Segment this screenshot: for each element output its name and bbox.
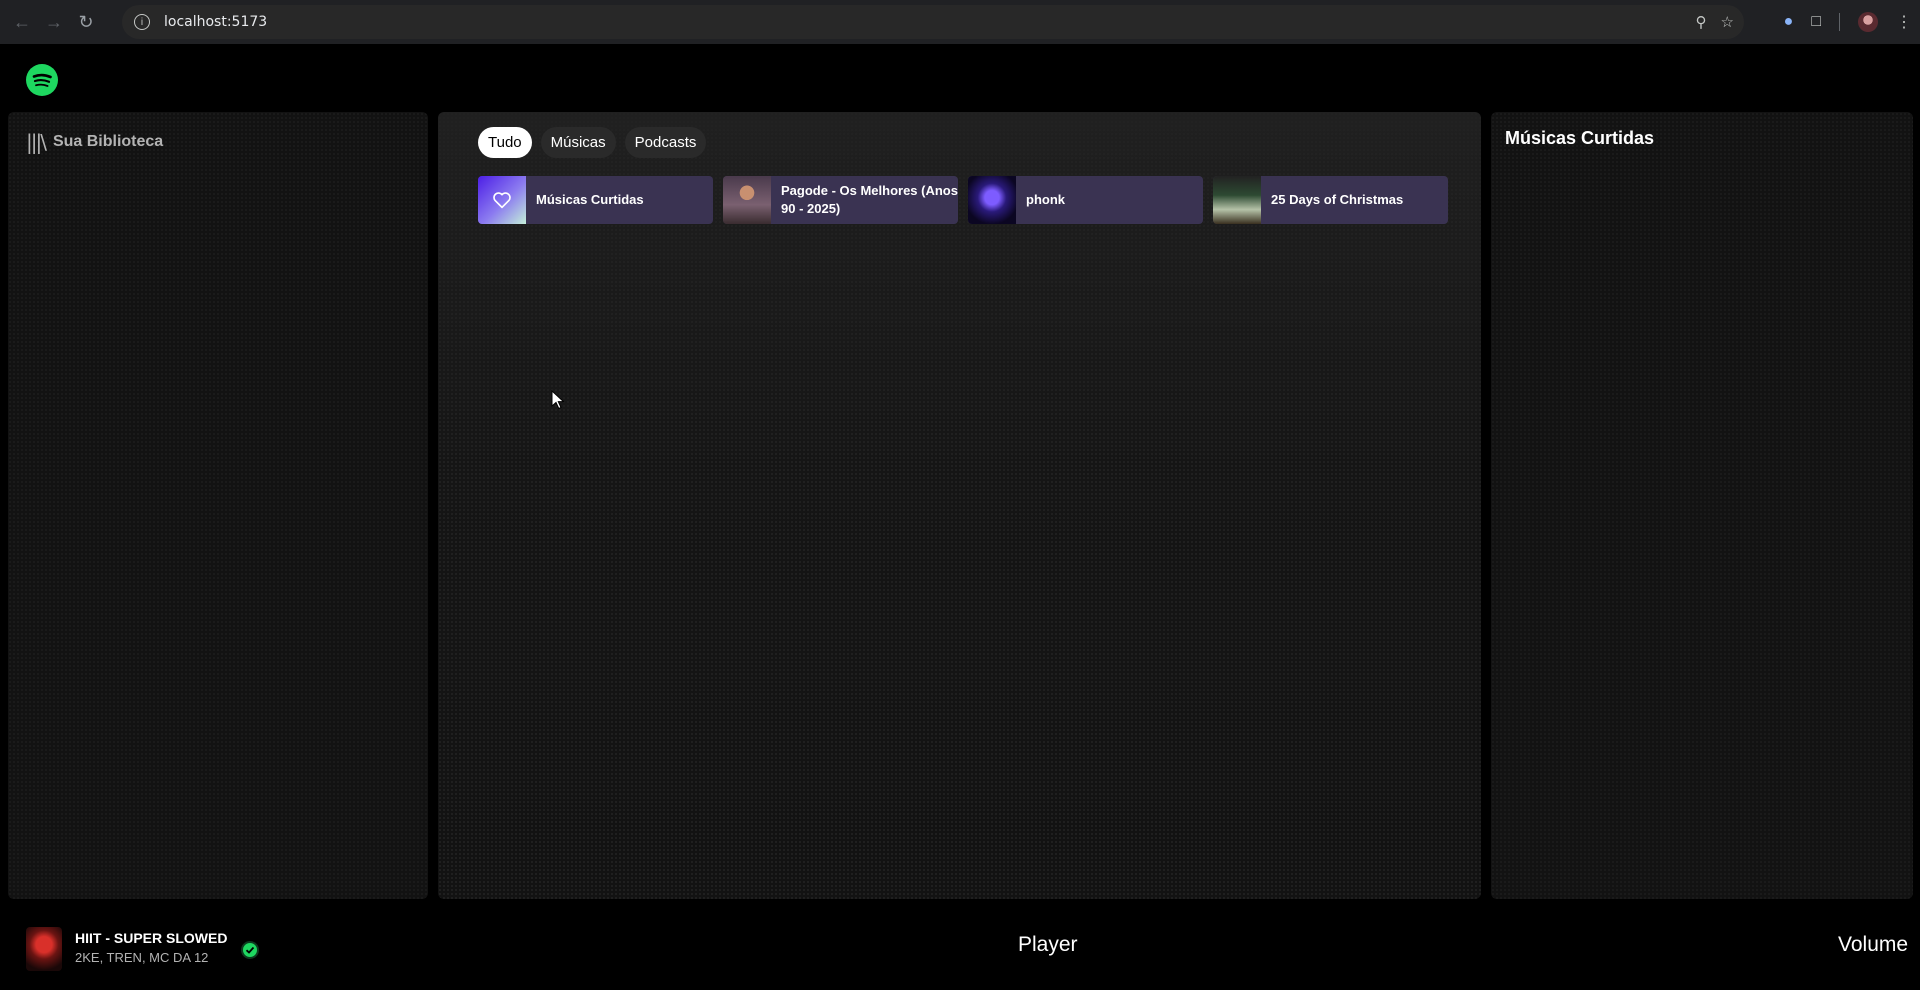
extensions-puzzle-icon[interactable]: □	[1811, 13, 1821, 31]
zoom-icon[interactable]: ⚲	[1696, 13, 1707, 31]
browser-toolbar: ← → ↻ i localhost:5173 ⚲ ☆ ● □ ⋮	[0, 0, 1920, 44]
now-playing-cover[interactable]	[26, 927, 62, 971]
filter-chips: Tudo Músicas Podcasts	[478, 127, 707, 158]
url-text: localhost:5173	[164, 14, 268, 30]
shortcut-card-phonk[interactable]: phonk	[968, 176, 1203, 224]
volume-placeholder: Volume	[1838, 933, 1909, 956]
forward-button[interactable]: →	[38, 6, 70, 38]
shortcut-label: 25 Days of Christmas	[1271, 192, 1404, 207]
library-panel: |||\ Sua Biblioteca	[8, 112, 428, 899]
browser-menu-icon[interactable]: ⋮	[1896, 12, 1912, 32]
library-header[interactable]: |||\ Sua Biblioteca	[26, 130, 163, 154]
shortcut-grid: Músicas Curtidas Pagode - Os Melhores (A…	[478, 176, 1448, 224]
library-icon: |||\	[26, 130, 47, 154]
toolbar-divider	[1839, 13, 1840, 31]
liked-songs-cover	[478, 176, 526, 224]
extension-drop-icon[interactable]: ●	[1784, 13, 1794, 31]
right-panel-title: Músicas Curtidas	[1505, 128, 1655, 148]
player-placeholder: Player	[1018, 933, 1078, 956]
heart-icon	[493, 192, 511, 209]
shortcut-card-pagode[interactable]: Pagode - Os Melhores (Anos 90 - 2025)	[723, 176, 958, 224]
filter-chip-tudo[interactable]: Tudo	[478, 127, 532, 158]
playlist-cover-image	[723, 176, 771, 224]
back-button[interactable]: ←	[6, 6, 38, 38]
shortcut-card-christmas[interactable]: 25 Days of Christmas	[1213, 176, 1448, 224]
filter-chip-musicas[interactable]: Músicas	[540, 127, 616, 158]
profile-avatar[interactable]	[1858, 12, 1878, 32]
main-content: Tudo Músicas Podcasts Músicas Curtidas P…	[438, 112, 1481, 899]
shortcut-label: Músicas Curtidas	[536, 192, 644, 207]
site-info-icon[interactable]: i	[134, 14, 150, 30]
shortcut-label: Pagode - Os Melhores (Anos 90 - 2025)	[781, 183, 958, 216]
library-title: Sua Biblioteca	[52, 133, 164, 150]
reload-button[interactable]: ↻	[70, 6, 102, 38]
bookmark-star-icon[interactable]: ☆	[1721, 13, 1734, 31]
address-bar[interactable]: i localhost:5173 ⚲ ☆	[122, 5, 1744, 39]
now-playing-title[interactable]: HIIT - SUPER SLOWED	[75, 930, 227, 946]
playlist-cover-image	[968, 176, 1016, 224]
mouse-cursor-icon	[551, 390, 565, 410]
now-playing-artists[interactable]: 2KE, TREN, MC DA 12	[75, 950, 208, 965]
shortcut-label: phonk	[1026, 192, 1065, 207]
spotify-logo-icon[interactable]	[26, 64, 58, 96]
filter-chip-podcasts[interactable]: Podcasts	[624, 127, 707, 158]
spotify-app: |||\ Sua Biblioteca Tudo Músicas Podcast…	[0, 44, 1920, 990]
now-playing-panel: Músicas Curtidas	[1491, 112, 1913, 899]
check-circle-icon[interactable]	[241, 941, 259, 959]
shortcut-card-liked-songs[interactable]: Músicas Curtidas	[478, 176, 713, 224]
playlist-cover-image	[1213, 176, 1261, 224]
player-bar: HIIT - SUPER SLOWED 2KE, TREN, MC DA 12 …	[0, 907, 1920, 990]
